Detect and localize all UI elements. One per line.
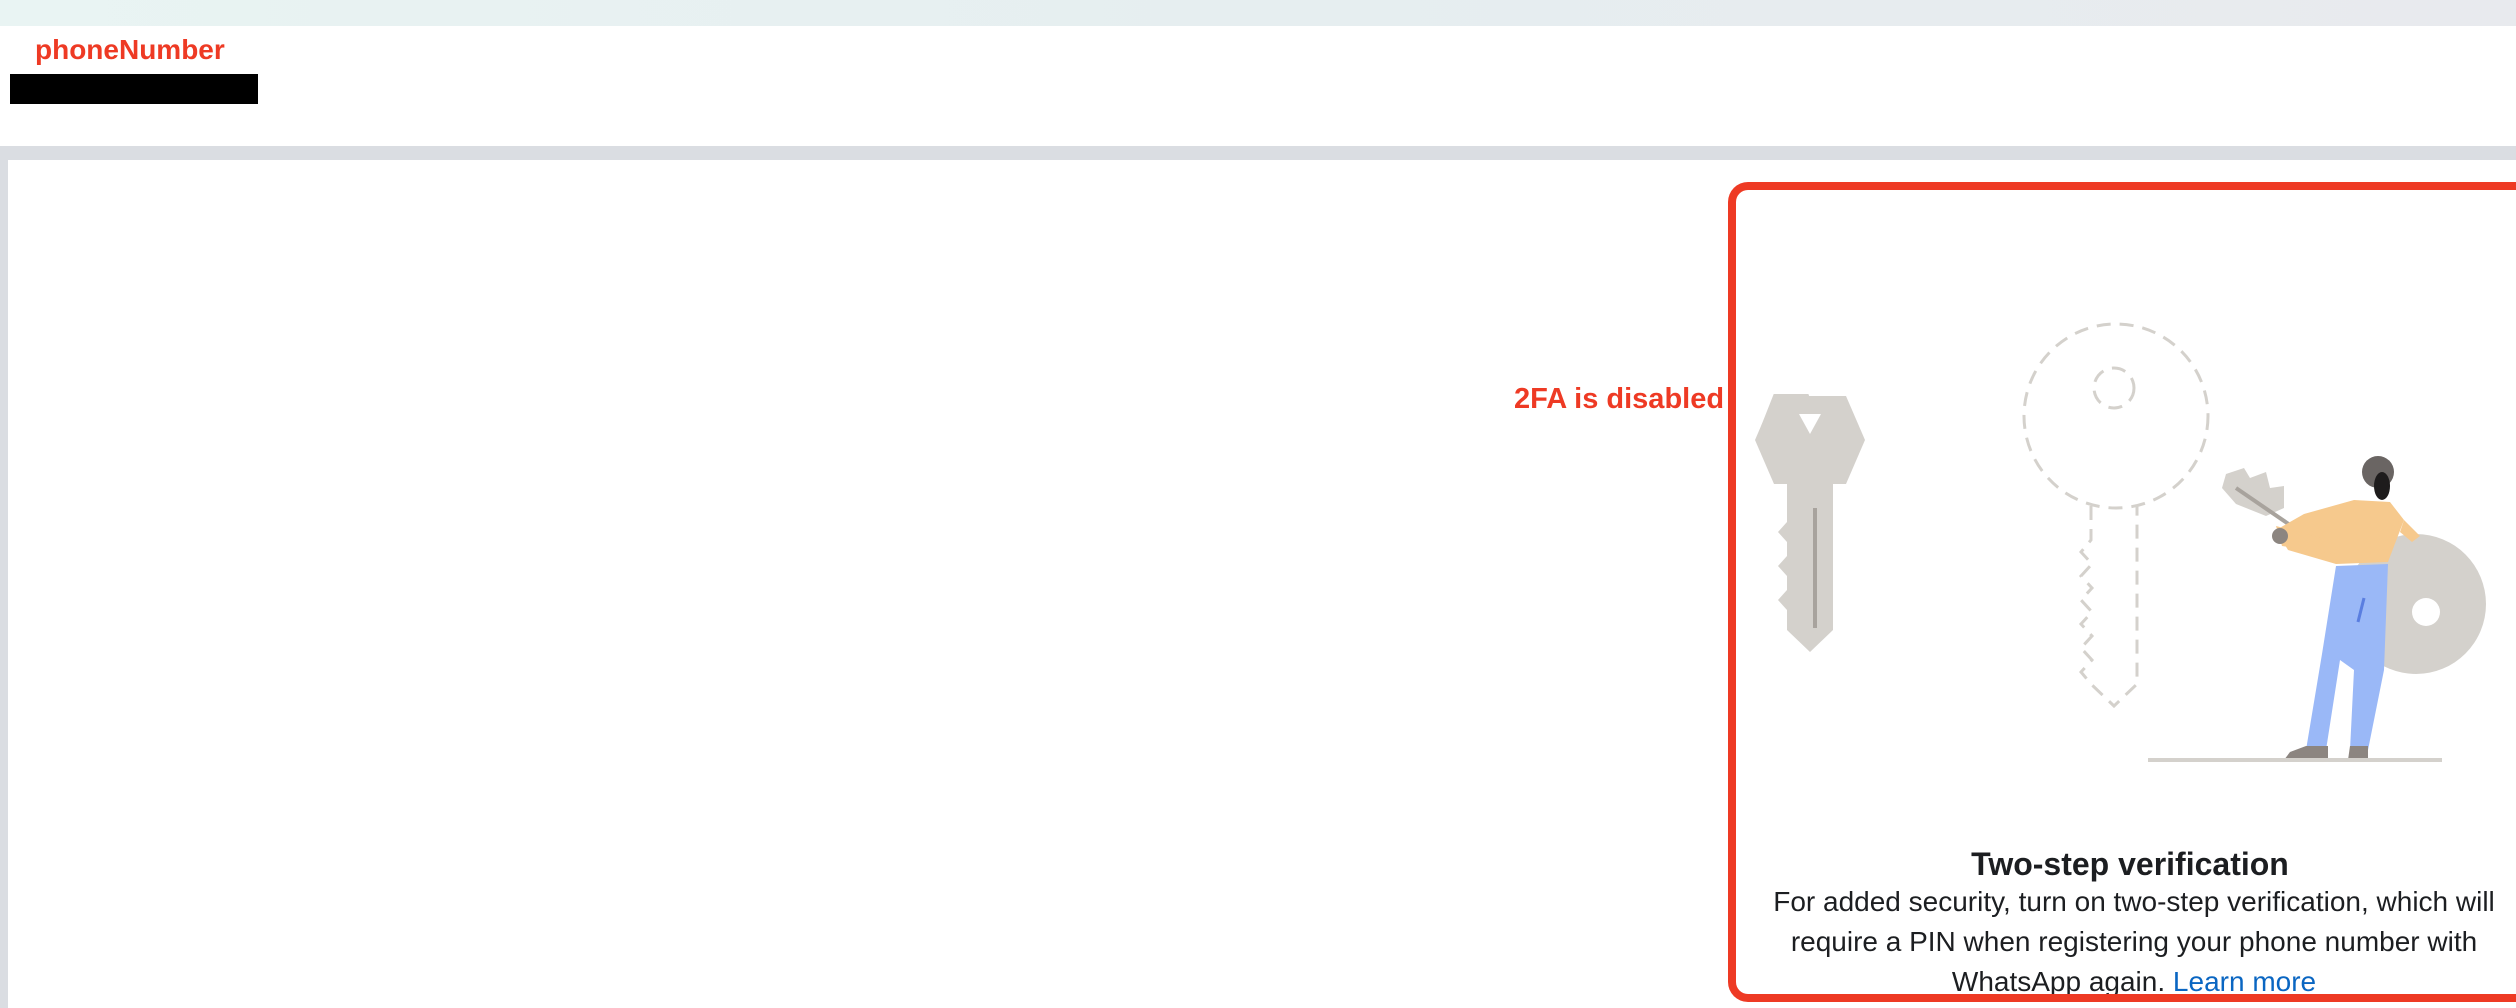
card-title: Two-step verification [1971, 846, 2289, 882]
phone-number-redacted-value [10, 74, 258, 104]
two-step-verification-illustration [1755, 322, 2486, 762]
key-illustration [1755, 394, 1865, 652]
phone-number-annotation: phoneNumber [35, 34, 225, 65]
browser-top-strip [0, 0, 2516, 26]
learn-more-link[interactable]: Learn more [2173, 966, 2316, 994]
dashed-key-illustration [2022, 322, 2210, 709]
two-step-verification-card: Two-step verification For added security… [1728, 182, 2516, 1002]
left-edge-border [0, 160, 8, 1008]
card-body-text: For added security, turn on two-step ver… [1773, 886, 2495, 997]
header-area [0, 26, 2516, 146]
person-holding-key-illustration [2148, 456, 2486, 762]
section-divider [0, 146, 2516, 160]
twofa-disabled-annotation: 2FA is disabled [1514, 383, 1725, 415]
card-description: For added security, turn on two-step ver… [1742, 882, 2516, 997]
